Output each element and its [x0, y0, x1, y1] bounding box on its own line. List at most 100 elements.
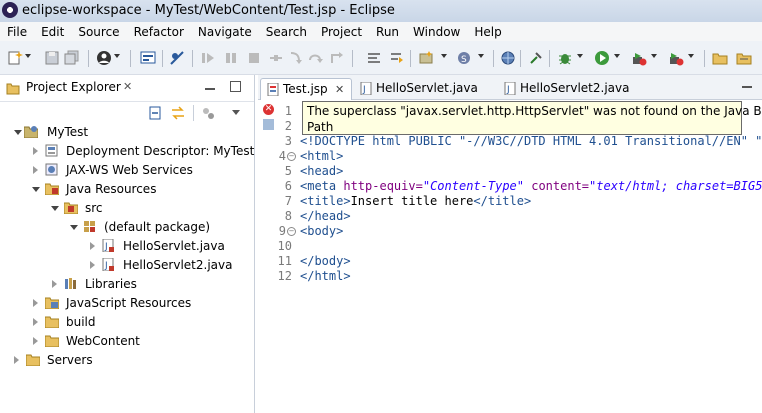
collapsed-arrow-icon[interactable]: [52, 280, 57, 288]
expanded-arrow-icon[interactable]: [51, 206, 59, 211]
globe-icon[interactable]: [500, 50, 516, 66]
tree-item-servers[interactable]: Servers: [0, 351, 250, 369]
debug-icon[interactable]: [557, 50, 573, 66]
close-tab-icon[interactable]: ✕: [335, 79, 344, 100]
refactor-icon[interactable]: [389, 50, 405, 66]
expanded-arrow-icon[interactable]: [70, 225, 78, 230]
menu-search[interactable]: Search: [259, 25, 314, 39]
link-with-editor-icon[interactable]: [170, 106, 186, 120]
code-line-11: </body>: [300, 254, 351, 268]
collapsed-arrow-icon[interactable]: [33, 166, 38, 174]
coverage-dropdown-icon[interactable]: [651, 54, 657, 58]
server-dropdown-icon[interactable]: [441, 54, 447, 58]
new-icon[interactable]: [7, 50, 23, 66]
new-server-icon[interactable]: [418, 50, 434, 66]
code-line-4: <html>: [300, 149, 344, 163]
menu-edit[interactable]: Edit: [34, 25, 71, 39]
collapsed-arrow-icon[interactable]: [33, 299, 38, 307]
step-return-icon[interactable]: [328, 50, 344, 66]
code-line-3: <!DOCTYPE html PUBLIC "-//W3C//DTD HTML …: [300, 134, 762, 148]
svg-text:J: J: [104, 242, 108, 252]
fold-toggle-icon[interactable]: −: [287, 227, 296, 236]
debug-dropdown-icon[interactable]: [577, 54, 583, 58]
save-all-icon[interactable]: [64, 50, 80, 66]
jsp-file-icon: [267, 83, 279, 96]
menu-navigate[interactable]: Navigate: [191, 25, 259, 39]
tree-item-libraries[interactable]: Libraries: [0, 275, 250, 293]
menu-file[interactable]: File: [0, 25, 34, 39]
expanded-arrow-icon[interactable]: [32, 187, 40, 192]
code-line-6-attr: http-equiv=: [343, 179, 423, 193]
package-icon: [84, 221, 95, 232]
view-menu-icon[interactable]: [232, 110, 240, 115]
console-icon[interactable]: [140, 50, 156, 66]
step-into-icon[interactable]: [288, 50, 304, 66]
menu-source[interactable]: Source: [71, 25, 126, 39]
collapse-all-icon[interactable]: [148, 106, 162, 120]
user-icon[interactable]: [96, 50, 112, 66]
user-dropdown-icon[interactable]: [114, 54, 120, 58]
fold-toggle-icon[interactable]: −: [287, 152, 296, 161]
profile-icon[interactable]: [668, 50, 684, 66]
collapsed-arrow-icon[interactable]: [14, 356, 19, 364]
minimize-editor-icon[interactable]: [742, 86, 752, 88]
open-task-icon[interactable]: [712, 50, 728, 66]
run-dropdown-icon[interactable]: [614, 54, 620, 58]
minimize-view-icon[interactable]: [205, 88, 215, 90]
tree-item-label: build: [66, 315, 96, 329]
tree-item-build[interactable]: build: [0, 313, 250, 331]
code-line-5: <head>: [300, 164, 344, 178]
tab-test-jsp[interactable]: Test.jsp ✕: [260, 78, 352, 100]
run-icon[interactable]: [594, 50, 610, 66]
disconnect-icon[interactable]: [268, 50, 284, 66]
menu-run[interactable]: Run: [369, 25, 406, 39]
terminate-icon[interactable]: [246, 50, 262, 66]
collapsed-arrow-icon[interactable]: [33, 318, 38, 326]
suspend-icon[interactable]: [223, 50, 239, 66]
collapsed-arrow-icon[interactable]: [33, 337, 38, 345]
menu-help[interactable]: Help: [467, 25, 508, 39]
tree-item-label: Servers: [47, 353, 93, 367]
menu-refactor[interactable]: Refactor: [127, 25, 191, 39]
step-over-icon[interactable]: [308, 50, 324, 66]
menu-window[interactable]: Window: [406, 25, 467, 39]
open-project-icon[interactable]: [736, 50, 752, 66]
code-line-7-open: <title>: [300, 194, 351, 208]
tree-item-mytest[interactable]: MyTest: [0, 123, 250, 141]
type-dropdown-icon[interactable]: [478, 54, 484, 58]
tree-item-deployment-descriptor[interactable]: Deployment Descriptor: MyTest: [0, 142, 254, 160]
tree-item-src[interactable]: src: [0, 199, 250, 217]
folder-icon: [45, 316, 59, 328]
tab-label: HelloServlet.java: [376, 81, 478, 95]
tree-item-webcontent[interactable]: WebContent: [0, 332, 250, 350]
new-dropdown-icon[interactable]: [25, 54, 31, 58]
close-view-icon[interactable]: ✕: [123, 80, 132, 93]
skip-breakpoints-icon[interactable]: [169, 50, 185, 66]
collapsed-arrow-icon[interactable]: [90, 261, 95, 269]
tree-item-java-resources[interactable]: Java Resources: [0, 180, 250, 198]
line-number: 7: [284, 194, 292, 208]
save-icon[interactable]: [44, 50, 60, 66]
tree-item-default-package[interactable]: (default package): [0, 218, 250, 236]
tree-item-jaxws[interactable]: JAX-WS Web Services: [0, 161, 250, 179]
open-type-icon[interactable]: S: [456, 50, 472, 66]
format-icon[interactable]: [366, 50, 382, 66]
tree-item-javascript-resources[interactable]: JavaScript Resources: [0, 294, 250, 312]
tab-helloservlet[interactable]: J HelloServlet.java: [356, 78, 486, 99]
resume-icon[interactable]: [200, 50, 216, 66]
menu-project[interactable]: Project: [314, 25, 369, 39]
maximize-view-icon[interactable]: [230, 81, 241, 92]
expanded-arrow-icon[interactable]: [14, 130, 22, 135]
code-line-12: </html>: [300, 269, 351, 283]
coverage-icon[interactable]: [631, 50, 647, 66]
tree-item-helloservlet[interactable]: J HelloServlet.java: [0, 237, 250, 255]
tree-item-helloservlet2[interactable]: J HelloServlet2.java: [0, 256, 250, 274]
collapsed-arrow-icon[interactable]: [90, 242, 95, 250]
collapsed-arrow-icon[interactable]: [33, 147, 38, 155]
profile-dropdown-icon[interactable]: [688, 54, 694, 58]
tab-helloservlet2[interactable]: J HelloServlet2.java: [500, 78, 640, 99]
external-tools-icon[interactable]: [528, 50, 544, 66]
tree-item-label: JavaScript Resources: [66, 296, 192, 310]
filters-icon[interactable]: [201, 106, 215, 120]
java-file-icon: J: [504, 82, 516, 95]
